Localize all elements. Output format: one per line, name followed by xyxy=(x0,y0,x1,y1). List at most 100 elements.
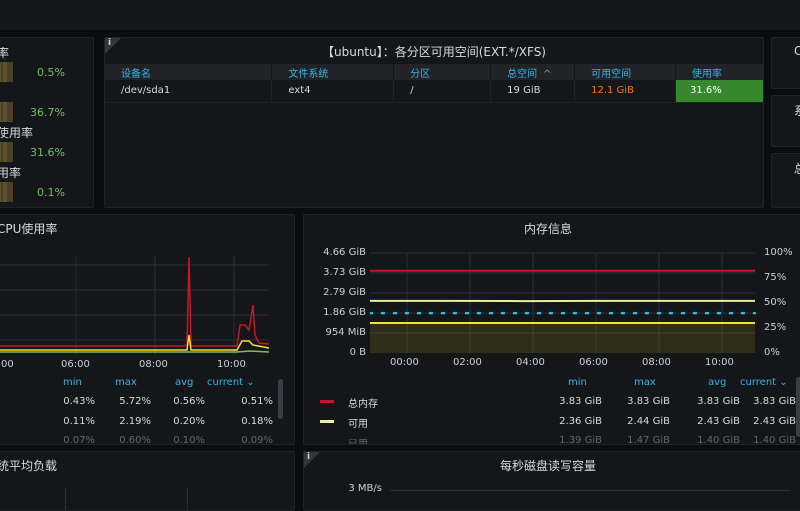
mem-max-3: 1.47 GiB xyxy=(606,435,670,445)
mem-y-left-5: 954 MiB xyxy=(303,327,366,338)
legend-current-label: current xyxy=(207,377,243,388)
cell-avail: 12.1 GiB xyxy=(575,80,676,102)
right-stat-label-2: 系 xyxy=(794,102,800,119)
mem-min-2: 2.36 GiB xyxy=(538,416,602,427)
mem-x-tick-6: 10:00 xyxy=(705,357,734,368)
col-total-label: 总空间 xyxy=(507,69,537,80)
cpu-max-3: 0.60% xyxy=(107,435,151,445)
stat-label-1: 率 xyxy=(0,44,9,61)
mem-avg-1: 3.83 GiB xyxy=(676,396,740,407)
mem-current-3: 1.40 GiB xyxy=(732,435,796,445)
col-device[interactable]: 设备名 xyxy=(105,64,272,80)
cpu-current-1: 0.51% xyxy=(229,396,273,407)
col-mount[interactable]: 分区 xyxy=(394,64,491,80)
stat-label-3: 用率 xyxy=(0,164,21,181)
stat-value-4: 0.1% xyxy=(37,186,65,199)
cpu-usage-panel: CPU使用率 00 06:00 08:00 10:00 min max avg … xyxy=(0,214,295,445)
mem-y-left-2: 3.73 GiB xyxy=(303,267,366,278)
usage-stats-panel: 率 0.5% 36.7% 使用率 31.6% 用率 0.1% xyxy=(0,37,94,208)
legend-scrollbar[interactable] xyxy=(278,379,283,419)
mem-y-left-1: 4.66 GiB xyxy=(303,247,366,258)
col-total[interactable]: 总空间 ^ xyxy=(491,64,575,80)
stat-label-2: 使用率 xyxy=(0,124,33,141)
cell-total: 19 GiB xyxy=(491,80,575,102)
legend-min-header[interactable]: min xyxy=(568,377,587,388)
mem-current-1: 3.83 GiB xyxy=(732,396,796,407)
cpu-chart[interactable] xyxy=(0,245,277,365)
cpu-x-tick-2: 06:00 xyxy=(61,359,90,370)
legend-avg-header[interactable]: avg xyxy=(708,377,726,388)
cpu-x-tick-3: 08:00 xyxy=(139,359,168,370)
mem-avg-2: 2.43 GiB xyxy=(676,416,740,427)
memory-info-panel: 内存信息 4.66 GiB 3.73 GiB 2.79 GiB 1.86 GiB… xyxy=(303,214,800,445)
cpu-avg-2: 0.20% xyxy=(161,416,205,427)
right-stat-panel-3: 总 xyxy=(771,153,800,208)
cpu-current-3: 0.09% xyxy=(229,435,273,445)
stat-value-2: 36.7% xyxy=(30,106,65,119)
mem-current-2: 2.43 GiB xyxy=(732,416,796,427)
mem-max-1: 3.83 GiB xyxy=(606,396,670,407)
cpu-min-2: 0.11% xyxy=(51,416,95,427)
stat-bar-3 xyxy=(0,142,13,162)
cpu-x-tick-4: 10:00 xyxy=(217,359,246,370)
top-navbar xyxy=(0,0,800,30)
legend-max-header[interactable]: max xyxy=(115,377,137,388)
cpu-min-1: 0.43% xyxy=(51,396,95,407)
legend-name-total[interactable]: 总内存 xyxy=(348,395,378,410)
stat-bar-2 xyxy=(0,102,13,122)
filesystem-panel: i 【ubuntu】：各分区可用空间(EXT.*/XFS) 设备名 文件系统 分… xyxy=(104,37,764,208)
col-fs[interactable]: 文件系统 xyxy=(272,64,394,80)
legend-avg-header[interactable]: avg xyxy=(175,377,193,388)
disk-y-tick-1: 3 MB/s xyxy=(318,483,382,494)
cpu-x-tick-1: 00 xyxy=(1,359,14,370)
legend-swatch-total xyxy=(320,400,334,403)
cpu-series-total xyxy=(0,257,269,346)
cpu-avg-1: 0.56% xyxy=(161,396,205,407)
panel-title[interactable]: 每秒磁盘读写容量 xyxy=(304,457,792,474)
cpu-avg-3: 0.10% xyxy=(161,435,205,445)
legend-swatch-available xyxy=(320,420,334,423)
panel-title[interactable]: 统平均负载 xyxy=(0,457,57,474)
legend-min-header[interactable]: min xyxy=(63,377,82,388)
disk-io-panel: i 每秒磁盘读写容量 3 MB/s xyxy=(303,451,800,511)
system-load-panel: 统平均负载 xyxy=(0,451,295,511)
right-stat-label-3: 总 xyxy=(794,160,800,177)
stat-row-1: 0.5% xyxy=(0,62,87,82)
legend-name-used[interactable]: 已用 xyxy=(348,435,368,445)
legend-current-label: current xyxy=(740,377,776,388)
mem-y-right-3: 50% xyxy=(764,297,786,308)
panel-title[interactable]: 【ubuntu】：各分区可用空间(EXT.*/XFS) xyxy=(105,43,763,60)
mem-x-tick-4: 06:00 xyxy=(579,357,608,368)
col-usage[interactable]: 使用率 xyxy=(676,64,764,80)
cell-fs: ext4 xyxy=(272,80,394,102)
mem-min-1: 3.83 GiB xyxy=(538,396,602,407)
mem-y-left-4: 1.86 GiB xyxy=(303,307,366,318)
chevron-down-icon: ⌄ xyxy=(246,377,254,388)
table-row: /dev/sda1 ext4 / 19 GiB 12.1 GiB 31.6% xyxy=(105,80,764,102)
stat-value-1: 0.5% xyxy=(37,66,65,79)
panel-title[interactable]: 内存信息 xyxy=(304,220,792,237)
stat-value-3: 31.6% xyxy=(30,146,65,159)
cpu-series-user xyxy=(0,335,269,350)
sort-asc-icon: ^ xyxy=(543,69,551,80)
mem-y-left-3: 2.79 GiB xyxy=(303,287,366,298)
panel-title[interactable]: CPU使用率 xyxy=(0,220,57,237)
mem-x-tick-5: 08:00 xyxy=(642,357,671,368)
legend-current-header[interactable]: current ⌄ xyxy=(207,377,255,388)
mem-y-right-2: 75% xyxy=(764,272,786,283)
legend-current-header[interactable]: current ⌄ xyxy=(740,377,788,388)
cpu-series-system xyxy=(0,351,269,352)
chevron-down-icon: ⌄ xyxy=(779,377,787,388)
col-avail[interactable]: 可用空间 xyxy=(575,64,676,80)
mem-y-right-1: 100% xyxy=(764,247,793,258)
memory-chart[interactable] xyxy=(370,245,760,355)
legend-scrollbar[interactable] xyxy=(796,377,800,437)
mem-x-tick-2: 02:00 xyxy=(453,357,482,368)
legend-max-header[interactable]: max xyxy=(634,377,656,388)
legend-name-available[interactable]: 可用 xyxy=(348,415,368,430)
stat-row-2: 36.7% xyxy=(0,102,87,122)
mem-y-right-4: 25% xyxy=(764,322,786,333)
disk-chart-gridline xyxy=(390,490,790,491)
cell-mount: / xyxy=(394,80,491,102)
stat-row-3: 31.6% xyxy=(0,142,87,162)
